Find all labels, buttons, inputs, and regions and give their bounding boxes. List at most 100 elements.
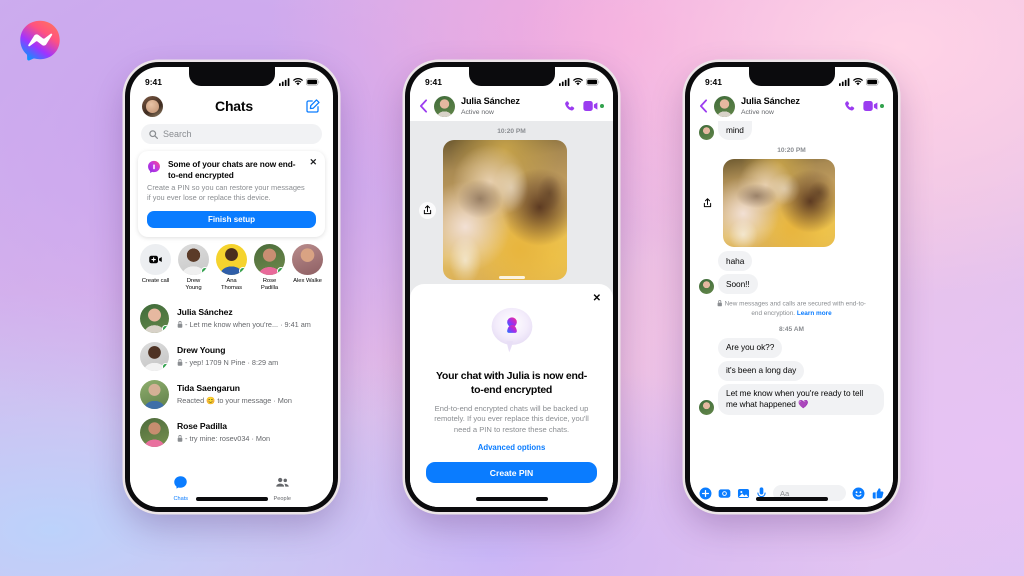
battery-icon: [306, 78, 320, 86]
finish-setup-button[interactable]: Finish setup: [147, 210, 316, 228]
chat-preview: - Let me know when you're...: [185, 319, 279, 329]
share-icon[interactable]: [419, 201, 436, 219]
story-label: Ana Thomas: [221, 277, 242, 292]
online-dot: [161, 325, 169, 333]
back-chevron-icon[interactable]: [419, 99, 428, 113]
message-bubble[interactable]: mind: [718, 121, 752, 141]
contact-name: Julia Sánchez: [461, 96, 520, 107]
plus-icon[interactable]: [699, 487, 712, 500]
message-bubble[interactable]: Soon!!: [718, 274, 758, 295]
chat-name: Drew Young: [177, 345, 226, 356]
battery-icon: [586, 78, 600, 86]
chat-name: Rose Padilla: [177, 421, 227, 432]
stories-row: Create call Drew Young Ana Thomas Rose P…: [130, 243, 333, 300]
video-call-icon[interactable]: [863, 100, 878, 112]
page-title: Chats: [215, 98, 253, 114]
thumbs-up-icon[interactable]: [871, 487, 884, 500]
wifi-icon: [853, 78, 863, 86]
story-ana-thomas[interactable]: Ana Thomas: [216, 243, 247, 293]
lock-icon: [177, 320, 183, 328]
avatar[interactable]: [434, 95, 455, 117]
encryption-banner: Some of your chats are now end-to-end en…: [138, 151, 325, 237]
timestamp: 10:20 PM: [777, 147, 806, 155]
story-create-call[interactable]: Create call: [140, 243, 171, 293]
message-bubble[interactable]: Are you ok??: [718, 337, 783, 358]
video-call-icon[interactable]: [583, 100, 598, 112]
contact-status: Active now: [461, 108, 494, 116]
message-bubble[interactable]: Let me know when you're ready to tell me…: [718, 383, 884, 415]
create-pin-button[interactable]: Create PIN: [426, 462, 597, 483]
chat-preview: - yep! 1709 N Pine: [185, 357, 246, 367]
sheet-body: End-to-end encrypted chats will be backe…: [434, 403, 589, 435]
close-icon[interactable]: ✕: [309, 158, 317, 167]
chat-name: Tida Saengarun: [177, 383, 240, 394]
story-label: Rose Padilla: [260, 277, 279, 292]
search-input[interactable]: Search: [141, 124, 322, 144]
story-label: Alex Walke: [293, 277, 322, 284]
story-label: Drew Young: [185, 277, 202, 292]
phone-chats-list: 9:41 Chats Search Some of your chats are…: [125, 62, 338, 512]
sheet-title: Your chat with Julia is now end-to-end e…: [435, 370, 588, 397]
chat-time: 8:29 am: [251, 357, 279, 367]
drag-handle[interactable]: [498, 276, 525, 280]
compose-icon[interactable]: [305, 98, 321, 114]
sticker-smiley-icon[interactable]: [852, 487, 865, 500]
close-icon[interactable]: ✕: [593, 294, 601, 304]
lock-icon: [177, 434, 183, 442]
message-placeholder: Aa: [780, 488, 790, 498]
advanced-options-link[interactable]: Advanced options: [426, 443, 597, 452]
message-bubble[interactable]: haha: [718, 251, 753, 272]
list-item[interactable]: Drew Young - yep! 1709 N Pine · 8:29 am: [140, 337, 323, 375]
online-dot: [201, 266, 209, 275]
chat-time: Mon: [255, 433, 271, 443]
list-item[interactable]: Rose Padilla - try mine: rosev034 · Mon: [140, 413, 323, 451]
photo-message[interactable]: [723, 159, 835, 248]
story-label: Create call: [141, 277, 170, 284]
message-thread: mind 10:20 PM haha Soon!! New messages a…: [690, 121, 893, 479]
online-dot: [239, 266, 247, 275]
encrypted-keyhole-bubble-icon: [491, 308, 532, 353]
story-alex-walke[interactable]: Alex Walke: [292, 243, 323, 293]
share-icon[interactable]: [699, 194, 716, 212]
back-chevron-icon[interactable]: [699, 99, 708, 113]
notch: [748, 67, 835, 86]
phone-encryption-sheet: 9:41 Julia Sánchez Active now 10:20 PM ✕…: [405, 62, 618, 512]
status-time: 9:41: [425, 77, 443, 87]
online-dot: [277, 266, 285, 275]
chat-time: 9:41 am: [284, 319, 311, 329]
conversation-header: Julia Sánchez Active now: [690, 91, 893, 121]
status-time: 9:41: [705, 77, 723, 87]
contact-status: Active now: [741, 108, 774, 116]
chat-preview: - try mine: rosev034: [185, 433, 250, 443]
photo-message[interactable]: [443, 140, 567, 280]
list-item[interactable]: Tida Saengarun Reacted 😊 to your message…: [140, 375, 323, 413]
phone-call-icon[interactable]: [843, 100, 856, 113]
message-bubble[interactable]: it's been a long day: [718, 360, 805, 381]
encryption-bottom-sheet: ✕ Your chat with Julia is now end-to-end…: [410, 276, 613, 507]
home-indicator: [475, 497, 548, 501]
avatar[interactable]: [714, 95, 735, 117]
e2e-text: New messages and calls are secured with …: [724, 300, 866, 317]
e2e-encryption-notice: New messages and calls are secured with …: [713, 300, 870, 318]
battery-icon: [866, 78, 880, 86]
online-dot: [161, 363, 169, 371]
timestamp: 8:45 AM: [778, 325, 805, 333]
phone-call-icon[interactable]: [563, 100, 576, 113]
camera-icon[interactable]: [718, 487, 731, 500]
video-call-icon: [149, 255, 162, 263]
message-composer: Aa: [690, 479, 893, 507]
learn-more-link[interactable]: Learn more: [797, 310, 832, 317]
online-dot: [880, 104, 884, 108]
story-rose-padilla[interactable]: Rose Padilla: [254, 243, 285, 293]
wifi-icon: [573, 78, 583, 86]
messenger-logo: [20, 20, 60, 61]
profile-avatar[interactable]: [142, 95, 163, 117]
story-drew-young[interactable]: Drew Young: [178, 243, 209, 293]
banner-title: Some of your chats are now end-to-end en…: [168, 159, 296, 180]
wifi-icon: [293, 78, 303, 86]
chat-preview: Reacted 😊 to your message: [177, 395, 272, 405]
gallery-icon[interactable]: [737, 487, 750, 500]
list-item[interactable]: Julia Sánchez - Let me know when you're.…: [140, 299, 323, 337]
cellular-signal-icon: [839, 78, 850, 86]
avatar: [699, 125, 714, 141]
